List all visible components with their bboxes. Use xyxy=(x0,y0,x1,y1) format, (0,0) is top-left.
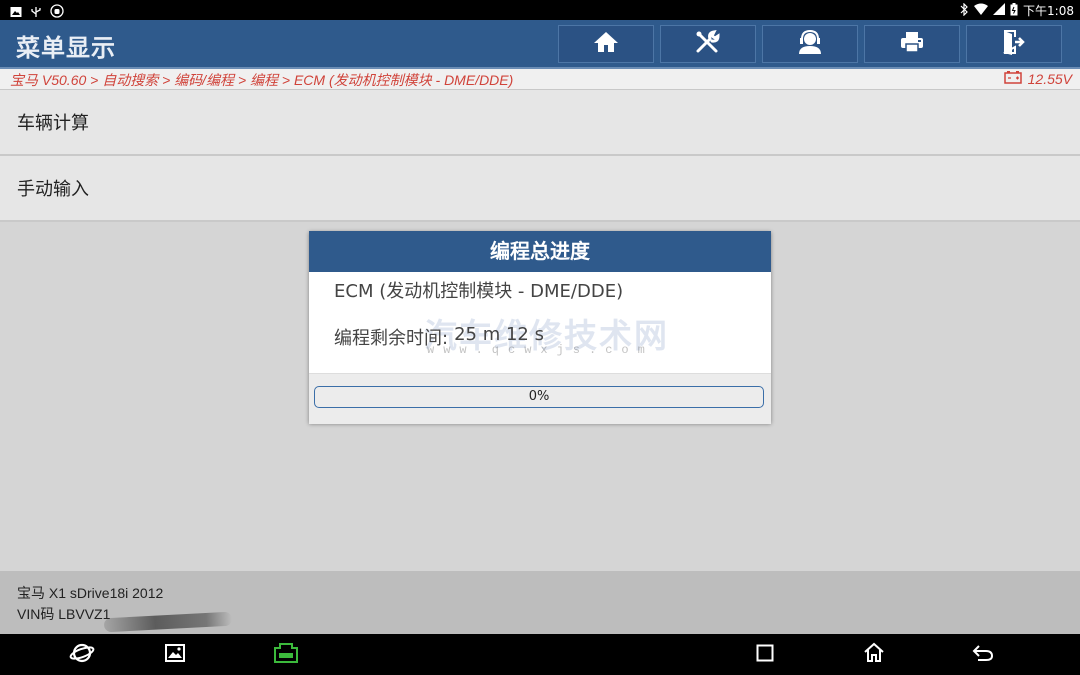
progress-text: 0% xyxy=(528,389,550,404)
voltage-value: 12.55V xyxy=(1027,70,1072,87)
progress-bar: 0% xyxy=(314,386,764,408)
recents-icon xyxy=(755,643,775,667)
remaining-time-value: 25 m 12 s xyxy=(454,324,544,345)
navigation-bar xyxy=(0,634,1080,675)
exit-button[interactable] xyxy=(966,25,1062,63)
home-button[interactable] xyxy=(558,25,654,63)
user-support-icon xyxy=(796,29,824,59)
remaining-time: 编程剩余时间: 25 m 12 s xyxy=(334,324,544,350)
gallery-icon xyxy=(164,643,186,667)
list-item-label: 手动输入 xyxy=(17,179,89,200)
image-icon xyxy=(10,3,22,17)
print-icon xyxy=(899,30,925,58)
voltage-indicator: 12.55V xyxy=(1003,70,1072,87)
module-name: ECM (发动机控制模块 - DME/DDE) xyxy=(334,281,624,302)
car-battery-icon xyxy=(1003,70,1022,87)
browser-button[interactable] xyxy=(69,642,95,668)
app-header: 菜单显示 xyxy=(0,20,1080,69)
breadcrumb-bar: 宝马 V50.60 > 自动搜索 > 编码/编程 > 编程 > ECM (发动机… xyxy=(0,69,1080,90)
vehicle-model: 宝马 X1 sDrive18i 2012 xyxy=(17,585,164,601)
status-bar: 下午1:08 xyxy=(0,0,1080,20)
breadcrumb: 宝马 V50.60 > 自动搜索 > 编码/编程 > 编程 > ECM (发动机… xyxy=(10,72,514,88)
list-item-label: 车辆计算 xyxy=(17,113,89,134)
page-title: 菜单显示 xyxy=(16,34,116,62)
vin-number: VIN码 LBVVZ1 xyxy=(17,606,111,622)
recents-button[interactable] xyxy=(752,642,778,668)
print-button[interactable] xyxy=(864,25,960,63)
home-icon xyxy=(593,30,619,58)
menu-list: 车辆计算 手动输入 xyxy=(0,90,1080,222)
browser-icon xyxy=(69,641,95,669)
diagnostic-tools-button[interactable] xyxy=(660,25,756,63)
redaction-mark xyxy=(103,611,233,633)
user-support-button[interactable] xyxy=(762,25,858,63)
wifi-icon xyxy=(974,3,989,18)
remaining-time-label: 编程剩余时间: xyxy=(334,328,449,349)
clock: 下午1:08 xyxy=(1023,4,1074,18)
toolbar xyxy=(558,25,1068,63)
back-button[interactable] xyxy=(970,642,996,668)
usb-icon xyxy=(30,3,42,17)
exit-icon xyxy=(1001,29,1027,59)
home-nav-icon xyxy=(863,642,885,668)
home-nav-button[interactable] xyxy=(861,642,887,668)
bluetooth-icon xyxy=(959,2,969,19)
back-icon xyxy=(972,643,994,667)
gallery-button[interactable] xyxy=(162,642,188,668)
list-item-manual-input[interactable]: 手动输入 xyxy=(0,156,1080,222)
vci-button[interactable] xyxy=(272,642,300,668)
diagnostic-tools-icon xyxy=(694,29,722,59)
list-item-vehicle-calculation[interactable]: 车辆计算 xyxy=(0,90,1080,156)
android-debug-icon xyxy=(50,3,64,18)
vehicle-info-panel: 宝马 X1 sDrive18i 2012 VIN码 LBVVZ1 xyxy=(0,571,1080,634)
signal-icon xyxy=(993,3,1006,18)
battery-icon xyxy=(1010,2,1018,19)
vci-icon xyxy=(272,642,300,668)
progress-area: 0% xyxy=(309,373,771,424)
programming-progress-dialog: 编程总进度 汽车维修技术网 www.qcwxjs.com ECM (发动机控制模… xyxy=(309,231,771,424)
dialog-title: 编程总进度 xyxy=(309,231,771,272)
